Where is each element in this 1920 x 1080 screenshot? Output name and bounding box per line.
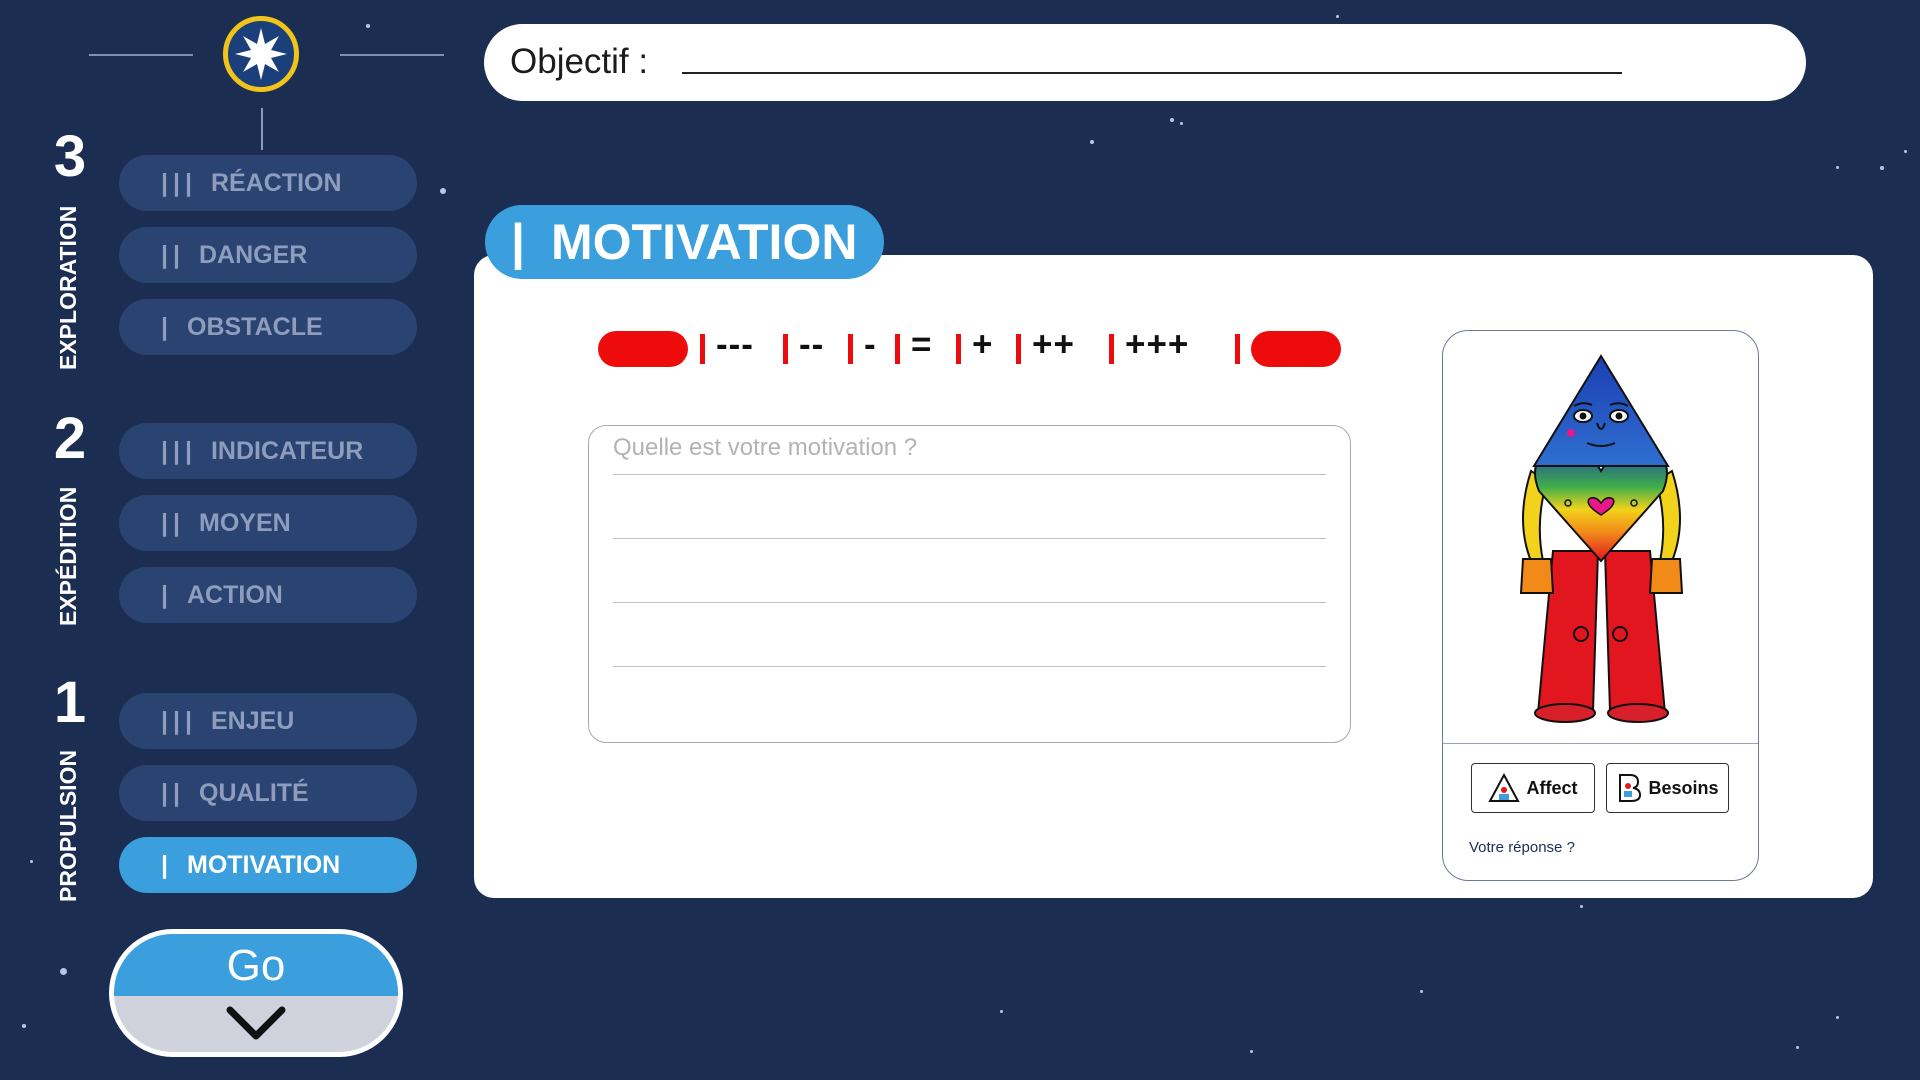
level-bars: ||| [161,706,197,735]
nav-item-moyen[interactable]: || MOYEN [119,495,417,551]
compass-star-icon [235,28,287,80]
card-divider [1443,743,1758,744]
nav-item-reaction[interactable]: ||| RÉACTION [119,155,417,211]
scale-tick [1109,334,1114,364]
nav-item-label: DANGER [199,240,308,269]
level-bars: | [161,312,173,341]
triangle-figure-icon [1488,773,1521,802]
scale-option-neutral[interactable]: = [911,325,932,365]
scale-option-positive[interactable]: ++ [1032,325,1075,365]
scale-option-slightly-positive[interactable]: + [972,325,993,365]
objective-bar[interactable]: Objectif : [484,24,1806,101]
scale-tick [1016,334,1021,364]
affect-button[interactable]: Affect [1471,763,1595,813]
logo-line-left [89,54,193,56]
section-label: PROPULSION [55,749,81,902]
besoins-button[interactable]: Besoins [1606,763,1729,813]
scale-option-slightly-negative[interactable]: - [864,325,877,365]
section-label: EXPLORATION [55,205,81,370]
scale-tick [700,334,705,364]
scale-tick [783,334,788,364]
logo-line-right [340,54,444,56]
level-bars: ||| [161,436,197,465]
character-illustration [1519,354,1684,723]
level-bars: | [511,214,525,270]
motivation-textarea[interactable]: Quelle est votre motivation ? [588,425,1351,743]
nav-item-label: ACTION [187,580,283,609]
nav-item-indicateur[interactable]: ||| INDICATEUR [119,423,417,479]
chevron-down-icon [226,1006,286,1040]
nav-item-label: ENJEU [210,706,295,735]
nav-item-label: QUALITÉ [199,778,309,807]
nav-item-label: MOTIVATION [187,850,341,879]
level-bars: || [161,778,185,807]
textarea-rule [613,474,1326,475]
answer-prompt[interactable]: Votre réponse ? [1469,839,1575,856]
objective-label: Objectif : [510,42,649,81]
app-logo[interactable] [223,16,299,92]
besoins-button-label: Besoins [1648,777,1719,798]
affect-button-label: Affect [1526,777,1578,798]
scale-tick [895,334,900,364]
nav-item-danger[interactable]: || DANGER [119,227,417,283]
logo-stem [261,108,263,150]
character-card: Affect Besoins Votre réponse ? [1442,330,1759,881]
level-bars: || [161,508,185,537]
nav-item-action[interactable]: | ACTION [119,567,417,623]
scale-tick [848,334,853,364]
level-bars: || [161,240,185,269]
go-button-label: Go [114,934,398,996]
scale-tick [1235,334,1240,364]
section-number: 3 [53,124,87,189]
level-bars: | [161,850,173,879]
textarea-placeholder: Quelle est votre motivation ? [613,434,918,461]
panel-title: MOTIVATION [551,214,858,270]
section-number: 1 [53,670,87,735]
scale-max-pill[interactable] [1251,331,1341,367]
nav-item-enjeu[interactable]: ||| ENJEU [119,693,417,749]
go-button[interactable]: Go [109,929,403,1057]
scale-option-very-negative[interactable]: --- [716,325,754,365]
panel-title-tab: | MOTIVATION [485,205,884,279]
scale-option-very-positive[interactable]: +++ [1125,325,1189,365]
scale-tick [956,334,961,364]
nav-item-label: MOYEN [199,508,291,537]
objective-input-line[interactable] [682,72,1622,74]
nav-item-obstacle[interactable]: | OBSTACLE [119,299,417,355]
nav-item-label: RÉACTION [210,168,342,197]
scale-option-negative[interactable]: -- [799,325,824,365]
nav-item-label: INDICATEUR [210,436,364,465]
section-label: EXPÉDITION [55,486,81,626]
textarea-rule [613,538,1326,539]
level-bars: | [161,580,173,609]
nav-item-label: OBSTACLE [187,312,323,341]
nav-item-qualite[interactable]: || QUALITÉ [119,765,417,821]
section-number: 2 [53,406,87,471]
scale-min-pill[interactable] [598,331,688,367]
go-button-expand[interactable] [114,996,398,1052]
b-figure-icon [1619,774,1642,802]
level-bars: ||| [161,168,197,197]
textarea-rule [613,666,1326,667]
nav-item-motivation[interactable]: | MOTIVATION [119,837,417,893]
textarea-rule [613,602,1326,603]
